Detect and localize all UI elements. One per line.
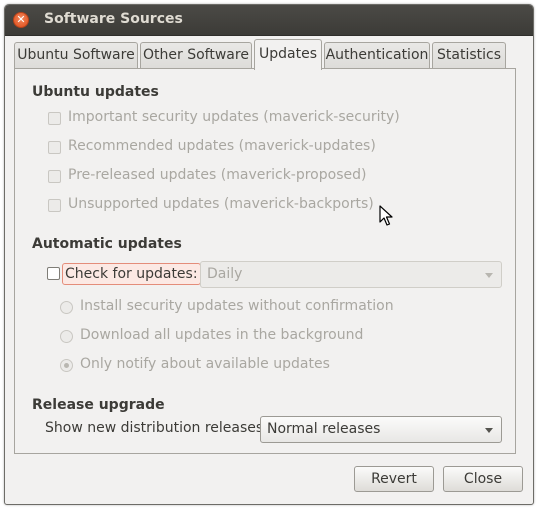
chevron-down-icon [485, 428, 493, 433]
install-security-radio-option: Install security updates without confirm… [58, 298, 438, 318]
show-new-releases-label: Show new distribution releases: [45, 420, 268, 436]
unsupported-updates-label: Unsupported updates (maverick-backports) [68, 196, 374, 212]
release-upgrade-heading: Release upgrade [32, 397, 165, 413]
pre-released-updates-option: Pre-released updates (maverick-proposed) [46, 167, 406, 187]
download-all-label: Download all updates in the background [80, 327, 364, 343]
only-notify-radio-option: Only notify about available updates [58, 356, 438, 376]
recommended-updates-option: Recommended updates (maverick-updates) [46, 138, 406, 158]
ubuntu-updates-heading: Ubuntu updates [32, 84, 159, 100]
release-type-dropdown[interactable]: Normal releases [260, 416, 502, 443]
revert-button[interactable]: Revert [354, 466, 434, 492]
install-security-label: Install security updates without confirm… [80, 298, 394, 314]
only-notify-radio[interactable] [60, 359, 73, 372]
tab-updates[interactable]: Updates [254, 39, 322, 70]
tab-ubuntu-software[interactable]: Ubuntu Software [14, 42, 138, 68]
download-all-radio-option: Download all updates in the background [58, 327, 438, 347]
chevron-down-icon [485, 273, 493, 278]
pre-released-updates-label: Pre-released updates (maverick-proposed) [68, 167, 367, 183]
only-notify-label: Only notify about available updates [80, 356, 330, 372]
title-bar: ✕ Software Sources [5, 5, 533, 36]
update-interval-dropdown[interactable]: Daily [200, 261, 502, 288]
tab-authentication[interactable]: Authentication [324, 42, 430, 68]
check-for-updates-label[interactable]: Check for updates: [62, 263, 201, 285]
important-security-label: Important security updates (maverick-sec… [68, 109, 400, 125]
unsupported-updates-option: Unsupported updates (maverick-backports) [46, 196, 406, 216]
important-security-checkbox[interactable] [48, 112, 61, 125]
window-close-icon[interactable]: ✕ [13, 12, 29, 28]
unsupported-updates-checkbox[interactable] [48, 199, 61, 212]
download-all-radio[interactable] [60, 330, 73, 343]
radio-selected-dot [64, 363, 69, 368]
important-security-updates-option: Important security updates (maverick-sec… [46, 109, 406, 129]
release-type-value: Normal releases [267, 421, 381, 437]
recommended-updates-checkbox[interactable] [48, 141, 61, 154]
pre-released-updates-checkbox[interactable] [48, 170, 61, 183]
tab-other-software[interactable]: Other Software [140, 42, 252, 68]
install-security-radio[interactable] [60, 301, 73, 314]
window-title: Software Sources [44, 11, 183, 27]
mouse-pointer-icon [379, 205, 393, 226]
update-interval-value: Daily [207, 266, 243, 282]
automatic-updates-heading: Automatic updates [32, 236, 182, 252]
check-for-updates-checkbox[interactable] [47, 267, 60, 280]
recommended-updates-label: Recommended updates (maverick-updates) [68, 138, 376, 154]
tab-statistics[interactable]: Statistics [432, 42, 506, 68]
close-button[interactable]: Close [443, 466, 523, 492]
